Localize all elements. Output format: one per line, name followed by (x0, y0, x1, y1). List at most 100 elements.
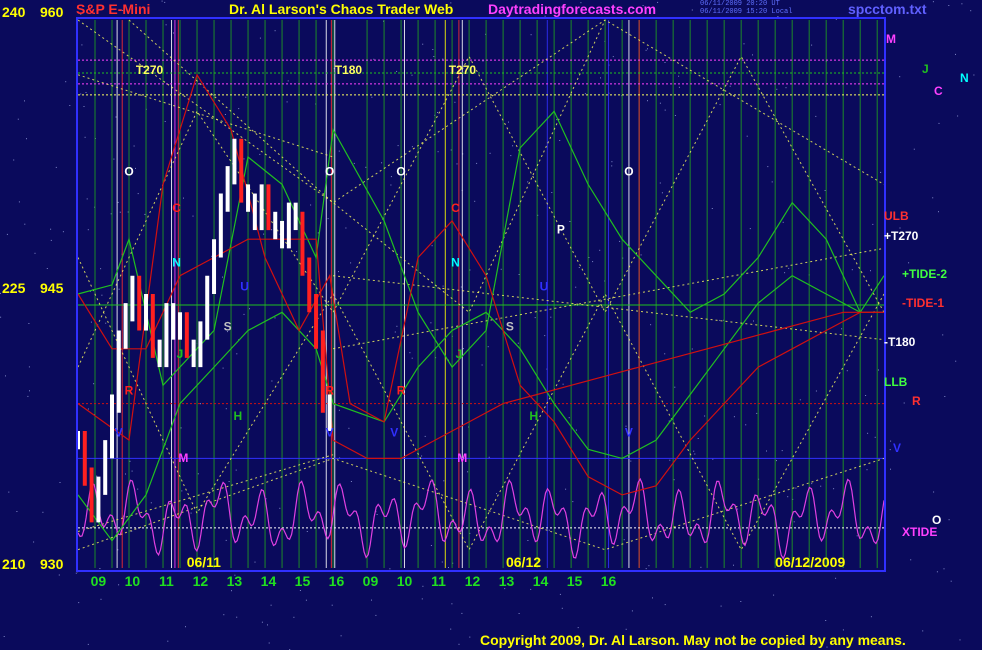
legend-planet: J (922, 62, 929, 76)
x-tick-label: 10 (397, 573, 413, 589)
star (740, 601, 742, 602)
star (442, 285, 444, 287)
star (101, 294, 103, 296)
star (85, 92, 87, 93)
star (433, 56, 435, 57)
star (371, 96, 373, 98)
star (942, 334, 944, 336)
star (936, 571, 938, 573)
star (345, 227, 347, 229)
star (910, 559, 912, 561)
star (631, 610, 633, 612)
star (3, 636, 5, 637)
star (674, 115, 676, 116)
star (652, 597, 653, 599)
x-tick-label: 11 (431, 573, 446, 589)
star (381, 162, 383, 164)
star (243, 158, 245, 160)
star (223, 614, 225, 616)
planet-mark: H (529, 409, 538, 423)
star (487, 346, 489, 348)
star (771, 181, 773, 183)
star (551, 192, 553, 193)
star (527, 181, 529, 183)
star (338, 409, 340, 411)
star (238, 108, 240, 110)
guide-label: XTIDE (902, 525, 937, 539)
star (647, 100, 648, 102)
star (350, 262, 352, 264)
x-tick-label: 15 (295, 573, 311, 589)
star (350, 481, 352, 482)
star (267, 624, 268, 626)
star (222, 276, 223, 278)
planet-mark: J (456, 347, 463, 361)
star (530, 34, 532, 36)
planet-mark: V (390, 425, 398, 439)
star (185, 626, 186, 628)
star (776, 460, 777, 462)
star (442, 58, 444, 60)
chaos-chart: O C N R J M V S U H O R V O R V C N J M S H U P O V 09 10 11 12 13 14 1… (0, 0, 982, 650)
star (144, 213, 146, 215)
star (645, 49, 647, 51)
star (846, 370, 848, 372)
star (719, 319, 721, 321)
star (225, 408, 227, 410)
planet-mark: S (224, 320, 232, 334)
star (577, 627, 579, 629)
star (422, 585, 424, 587)
star (562, 383, 564, 385)
x-tick-label: 15 (567, 573, 583, 589)
star (659, 102, 661, 104)
star (50, 239, 52, 241)
star (467, 471, 469, 473)
planet-mark: N (172, 256, 181, 270)
star (125, 473, 126, 475)
star (373, 58, 375, 60)
star (944, 396, 946, 397)
star (93, 383, 95, 385)
cycle-label: T180 (335, 63, 363, 77)
star (889, 449, 891, 451)
planet-mark: R (125, 383, 134, 397)
star (268, 642, 270, 644)
star (737, 508, 739, 510)
planet-mark: V (326, 425, 334, 439)
planet-mark: C (172, 201, 181, 215)
star (69, 105, 71, 106)
star (365, 166, 367, 168)
star (87, 408, 89, 410)
star (164, 121, 166, 122)
star (42, 511, 44, 513)
star (225, 539, 227, 541)
star (119, 211, 121, 213)
file-name: spcctom.txt (848, 1, 927, 17)
star (396, 70, 398, 72)
star (192, 215, 194, 217)
y-tick-left-930: 210 (2, 556, 26, 572)
star (824, 190, 826, 191)
star (611, 161, 613, 163)
star (811, 483, 813, 485)
star (231, 590, 232, 592)
planet-mark: R (397, 383, 406, 397)
star (970, 10, 972, 12)
star (46, 268, 48, 269)
star (799, 399, 801, 401)
star (650, 324, 652, 326)
star (55, 166, 57, 168)
planet-mark: P (557, 223, 565, 237)
star (299, 590, 301, 591)
site-link[interactable]: Daytradingforecasts.com (488, 1, 656, 17)
star (510, 155, 512, 157)
guide-label: -T180 (884, 335, 916, 349)
star (766, 450, 767, 452)
star (961, 3, 963, 5)
star (938, 122, 940, 124)
star (353, 162, 355, 164)
x-tick-label: 11 (159, 573, 174, 589)
star (669, 459, 671, 461)
star (959, 639, 961, 641)
day-label: 06/12 (506, 554, 541, 570)
